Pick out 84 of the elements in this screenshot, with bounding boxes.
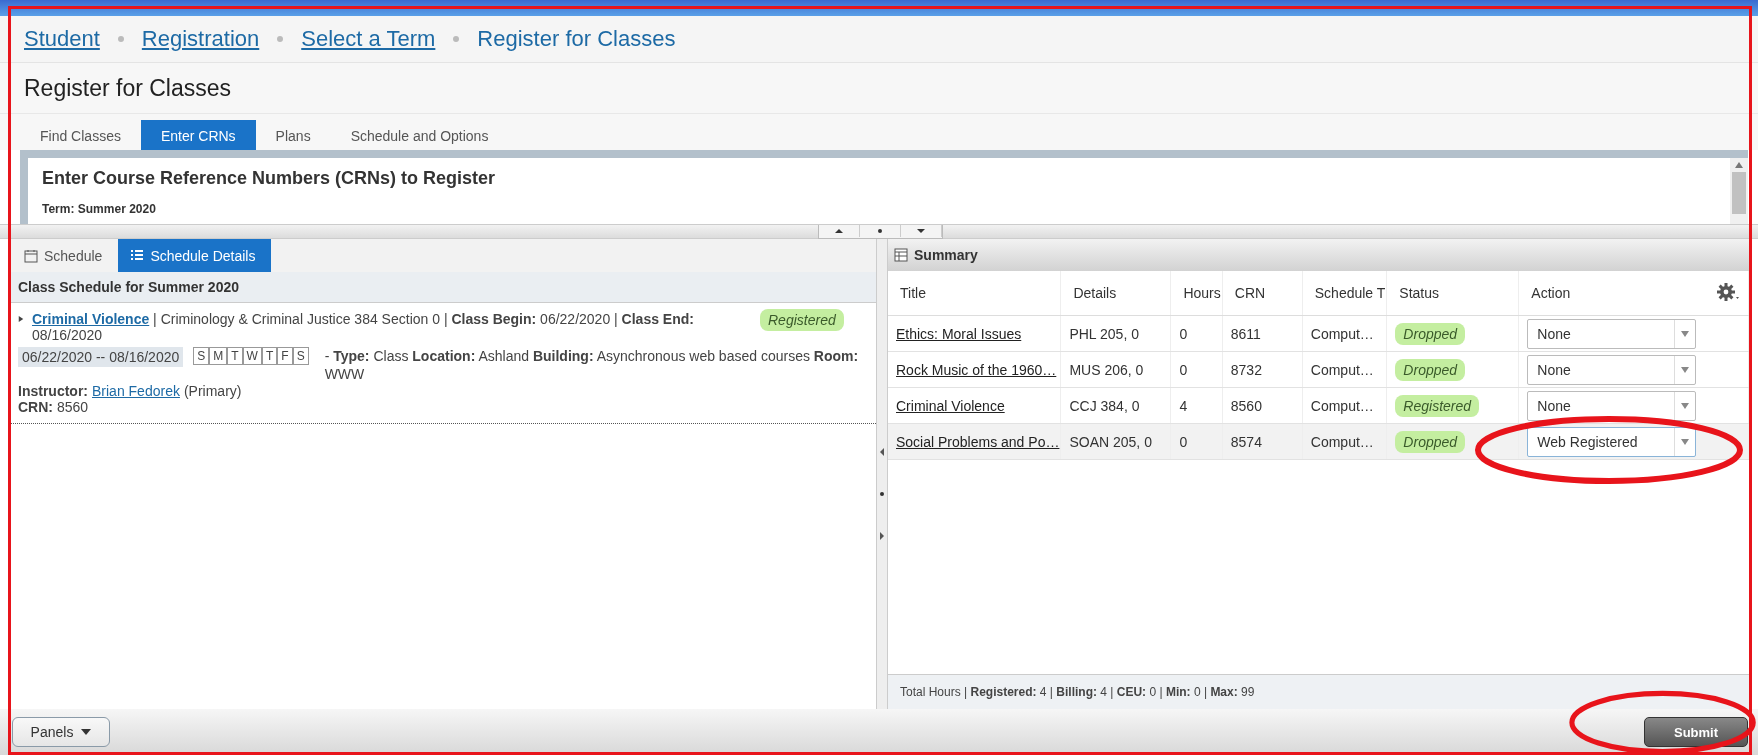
instructor-label: Instructor: [18,383,88,399]
table-cell: Comput… [1310,397,1374,414]
caret-icon [1681,366,1690,373]
table-row[interactable]: Social Problems and Po… SOAN 205, 0 0 8574 Comput… Dropped Web Registered [888,423,1749,460]
totals-text: Total Hours | Registered: 4 | Billing: 4 | CEU: 0 | Min: 0 | Max: 99 [888,675,1749,709]
tab[interactable]: Schedule Details [118,239,272,272]
caret-icon [1681,438,1690,445]
list-icon [130,248,145,263]
section-heading: Class Schedule for Summer 2020 [8,272,876,303]
table-row[interactable]: Rock Music of the 1960… MUS 206, 0 0 8732 Comput… Dropped None [888,351,1749,388]
column-header: CRN [1234,285,1266,301]
breadcrumb-link[interactable]: Select a Term [301,26,436,52]
meeting-info: - Type: Class Location: Ashland Building: Asynchronous web based courses Room: WWW [324,347,860,383]
instructor-link[interactable]: Brian Fedorek [92,383,180,399]
tab[interactable]: Plans [255,120,331,150]
caret-icon [1681,330,1690,337]
action-dropdown[interactable]: None [1527,390,1697,421]
status-badge: Dropped [1395,358,1466,381]
table-cell: 8732 [1230,361,1262,378]
table-icon [894,248,908,262]
date-range: 06/22/2020 -- 08/16/2020 [18,347,184,367]
breadcrumb-link[interactable]: Registration [141,26,260,52]
day-box: T [227,347,243,365]
table-cell: MUS 206, 0 [1069,361,1144,378]
tab[interactable]: Find Classes [20,120,141,150]
splitter-handle[interactable] [818,225,943,239]
panel-title: Summary [914,247,978,263]
page-title: Register for Classes [24,74,232,102]
class-summary: Criminal Violence | Criminology & Criminal Justice 384 Section 0 | Class Begin: 06/22/2020 | Class End: 08/16/2020 [32,311,695,343]
day-box: W [242,347,262,365]
table-cell: Comput… [1310,361,1374,378]
course-link[interactable]: Rock Music of the 1960… [896,361,1057,378]
status-badge: Registered [1395,394,1480,417]
table-cell: SOAN 205, 0 [1069,433,1152,450]
action-dropdown[interactable]: None [1527,354,1697,385]
class-link[interactable]: Criminal Violence [32,311,150,327]
table-cell: 0 [1179,433,1188,450]
status-badge: Registered [760,309,844,331]
table-cell: 8574 [1230,433,1262,450]
column-header: Action [1531,285,1571,301]
scroll-up-icon[interactable] [1735,162,1743,168]
calendar-icon [24,248,38,263]
table-row[interactable]: Criminal Violence CCJ 384, 0 4 8560 Comput… Registered None [888,387,1749,424]
column-header: Schedule T [1314,285,1386,301]
status-badge: Dropped [1395,322,1466,345]
table-cell: Comput… [1310,325,1374,342]
table-cell: 8560 [1230,397,1262,414]
table-cell: 8611 [1230,325,1261,342]
instructor-role: (Primary) [183,383,242,399]
breadcrumb-current: Register for Classes [477,26,676,52]
scrollbar[interactable] [1730,158,1748,224]
table-cell: PHL 205, 0 [1069,325,1139,342]
column-header: Status [1399,285,1440,301]
table-row[interactable]: Ethics: Moral Issues PHL 205, 0 0 8611 Comput… Dropped None [888,315,1749,352]
settings-icon[interactable] [1716,281,1742,303]
action-dropdown[interactable]: None [1527,318,1697,349]
column-header: Hours [1183,285,1221,301]
course-link[interactable]: Ethics: Moral Issues [896,325,1022,342]
course-link[interactable]: Social Problems and Po… [896,433,1060,450]
tab[interactable]: Schedule [12,239,119,272]
crn-text: CRN: 8560 [18,399,90,415]
breadcrumb-link[interactable]: Student [24,26,100,52]
column-header: Title [900,285,926,301]
caret-icon [1681,402,1690,409]
column-header: Details [1073,285,1117,301]
day-box: M [209,347,228,365]
day-box: F [277,347,293,365]
table-cell: 4 [1179,397,1188,414]
term-label: Term: Summer 2020 [42,202,157,216]
table-cell: 0 [1179,325,1188,342]
course-link[interactable]: Criminal Violence [896,397,1005,414]
action-dropdown[interactable]: Web Registered [1527,426,1697,457]
table-cell: Comput… [1310,433,1374,450]
table-cell: CCJ 384, 0 [1069,397,1140,414]
caret-icon [81,729,92,735]
tab[interactable]: Schedule and Options [330,120,509,150]
day-box: S [193,347,210,365]
panel-title: Enter Course Reference Numbers (CRNs) to Register [42,168,497,189]
tab[interactable]: Enter CRNs [140,120,256,150]
table-cell: 0 [1179,361,1188,378]
splitter-handle[interactable] [876,239,888,709]
submit-button[interactable]: Submit [1644,717,1748,747]
status-badge: Dropped [1395,430,1466,453]
panels-button[interactable]: Panels [12,717,110,747]
